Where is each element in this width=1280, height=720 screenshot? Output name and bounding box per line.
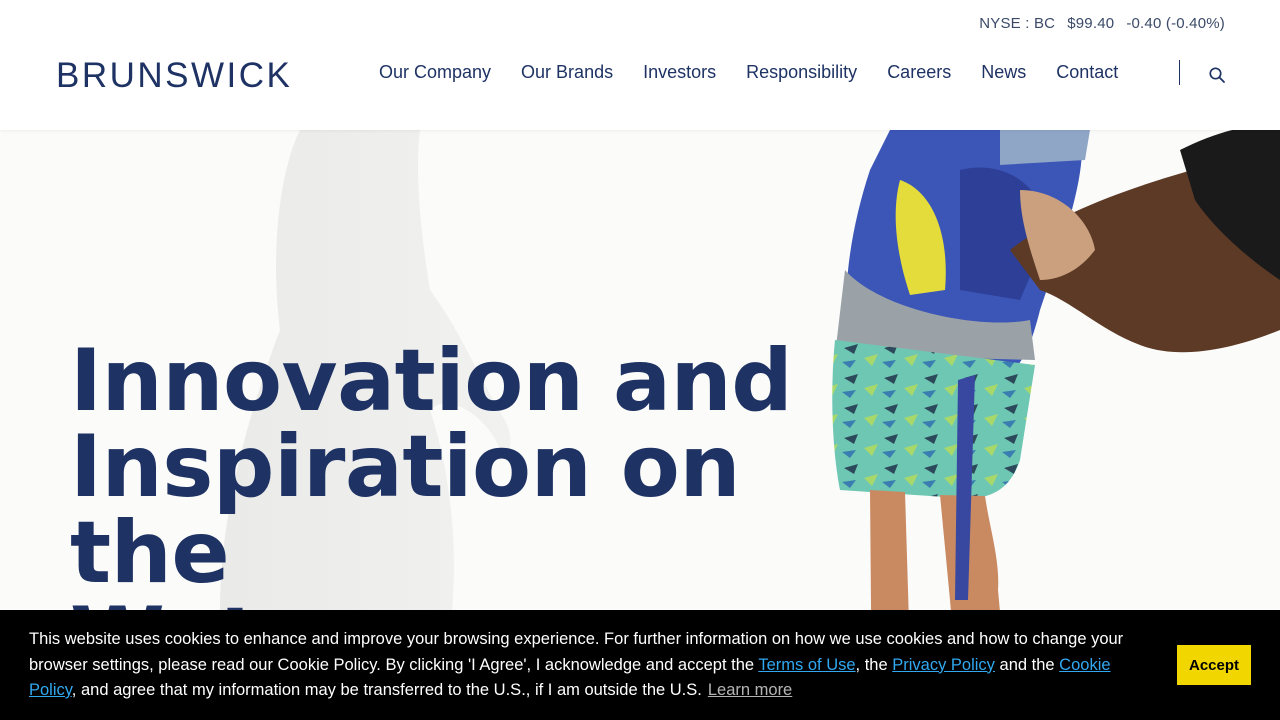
- ticker-change: -0.40 (-0.40%): [1126, 15, 1225, 32]
- privacy-policy-link[interactable]: Privacy Policy: [892, 656, 995, 674]
- nav-responsibility[interactable]: Responsibility: [746, 62, 857, 83]
- cookie-text-3: and the: [994, 655, 1060, 674]
- cookie-text-2: , the: [855, 655, 893, 674]
- nav-careers[interactable]: Careers: [887, 62, 951, 83]
- brunswick-logo[interactable]: BRUNSWICK: [56, 56, 292, 96]
- site-header: NYSE : BC $99.40 -0.40 (-0.40%) BRUNSWIC…: [0, 0, 1280, 130]
- learn-more-link[interactable]: Learn more: [708, 681, 792, 699]
- nav-our-company[interactable]: Our Company: [379, 62, 491, 83]
- hero-headline-line-1: Innovation and: [70, 331, 793, 431]
- cookie-text-4: , and agree that my information may be t…: [71, 681, 702, 699]
- nav-contact[interactable]: Contact: [1056, 62, 1118, 83]
- search-icon[interactable]: [1208, 66, 1226, 84]
- hero-headline-line-2: Inspiration on the: [70, 417, 741, 603]
- ticker-price: $99.40: [1067, 15, 1115, 32]
- accept-cookies-button[interactable]: Accept: [1177, 645, 1251, 685]
- terms-of-use-link[interactable]: Terms of Use: [758, 656, 855, 674]
- nav-divider: [1179, 60, 1180, 85]
- cookie-message: This website uses cookies to enhance and…: [29, 627, 1159, 704]
- stock-ticker: NYSE : BC $99.40 -0.40 (-0.40%): [979, 15, 1225, 32]
- nav-our-brands[interactable]: Our Brands: [521, 62, 613, 83]
- main-nav: Our Company Our Brands Investors Respons…: [379, 62, 1118, 83]
- nav-news[interactable]: News: [981, 62, 1026, 83]
- nav-investors[interactable]: Investors: [643, 62, 716, 83]
- cookie-banner: This website uses cookies to enhance and…: [0, 610, 1280, 720]
- ticker-exchange: NYSE : BC: [979, 15, 1056, 32]
